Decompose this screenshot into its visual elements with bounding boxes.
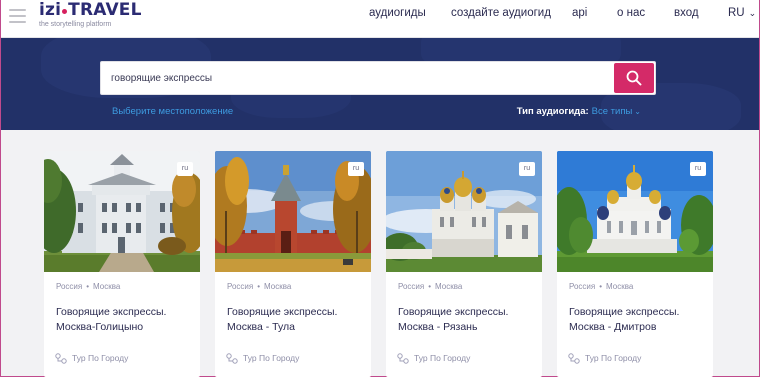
card-category-label: Тур По Городу — [243, 353, 300, 363]
logo[interactable]: izi TRAVEL the storytelling platform — [39, 0, 142, 29]
nav-audioguides[interactable]: аудиогиды — [369, 0, 426, 26]
chevron-down-icon[interactable]: ⌄ — [634, 107, 641, 116]
search-button[interactable] — [614, 63, 654, 93]
language-selector[interactable]: RU ⌄ — [728, 0, 756, 26]
card-category: Тур По Городу — [55, 353, 128, 364]
card-category-label: Тур По Городу — [414, 353, 471, 363]
card-photo: ru — [386, 151, 542, 272]
card-country[interactable]: Россия — [398, 282, 424, 291]
nav-create-audioguide[interactable]: создайте аудиогид — [451, 0, 551, 26]
route-icon — [55, 353, 67, 364]
card-category: Тур По Городу — [397, 353, 470, 364]
card-photo: ru — [215, 151, 371, 272]
card-city[interactable]: Москва — [93, 282, 120, 291]
search-input[interactable] — [111, 62, 601, 94]
menu-icon[interactable] — [9, 9, 26, 25]
card-location: Россия • Москва — [227, 282, 292, 291]
language-badge: ru — [519, 162, 535, 176]
nav-login[interactable]: вход — [674, 0, 699, 26]
card-category: Тур По Городу — [226, 353, 299, 364]
route-icon — [568, 353, 580, 364]
guide-type-filter: Тип аудиогида: Все типы ⌄ — [517, 106, 641, 117]
card-city[interactable]: Москва — [264, 282, 291, 291]
card-category-label: Тур По Городу — [585, 353, 642, 363]
card-title[interactable]: Говорящие экспрессы. Москва - Тула — [227, 305, 367, 335]
card-city[interactable]: Москва — [606, 282, 633, 291]
card-category: Тур По Городу — [568, 353, 641, 364]
chevron-down-icon: ⌄ — [748, 8, 757, 18]
route-icon — [397, 353, 409, 364]
card-city[interactable]: Москва — [435, 282, 462, 291]
language-badge: ru — [177, 162, 193, 176]
card-country[interactable]: Россия — [227, 282, 253, 291]
audioguide-card[interactable]: ru Россия • Москва Говорящие экспрессы. Мо… — [386, 151, 542, 377]
search-icon — [626, 70, 642, 86]
logo-wordmark: izi TRAVEL — [39, 0, 142, 20]
card-title[interactable]: Говорящие экспрессы. Москва-Голицыно — [56, 305, 196, 335]
audioguide-card[interactable]: ru Россия • Москва Говорящие экспрессы. Мо… — [44, 151, 200, 377]
route-icon — [226, 353, 238, 364]
card-location: Россия • Москва — [56, 282, 121, 291]
card-category-label: Тур По Городу — [72, 353, 129, 363]
card-title[interactable]: Говорящие экспрессы. Москва - Рязань — [398, 305, 538, 335]
search-hero: Выберите местоположение Тип аудиогида:Вс… — [1, 38, 759, 130]
card-photo: ru — [44, 151, 200, 272]
card-country[interactable]: Россия — [56, 282, 82, 291]
language-badge: ru — [690, 162, 706, 176]
card-title[interactable]: Говорящие экспрессы. Москва - Дмитров — [569, 305, 709, 335]
language-badge: ru — [348, 162, 364, 176]
nav-about[interactable]: о нас — [617, 0, 645, 26]
search-box — [100, 61, 656, 95]
logo-tagline: the storytelling platform — [39, 21, 112, 28]
guide-type-dropdown[interactable]: Все типы — [592, 106, 633, 117]
card-photo: ru — [557, 151, 713, 272]
choose-location-link[interactable]: Выберите местоположение — [112, 106, 233, 117]
nav-api[interactable]: api — [572, 0, 587, 26]
audioguide-card[interactable]: ru Россия • Москва Говорящие экспрессы. Мо… — [215, 151, 371, 377]
card-country[interactable]: Россия — [569, 282, 595, 291]
guide-type-label: Тип аудиогида: — [516, 106, 589, 117]
audioguide-card[interactable]: ru Россия • Москва Говорящие экспрессы. Мо… — [557, 151, 713, 377]
card-location: Россия • Москва — [569, 282, 634, 291]
card-location: Россия • Москва — [398, 282, 463, 291]
top-header: izi TRAVEL the storytelling platform ауди… — [1, 0, 759, 38]
language-label: RU — [728, 7, 745, 19]
